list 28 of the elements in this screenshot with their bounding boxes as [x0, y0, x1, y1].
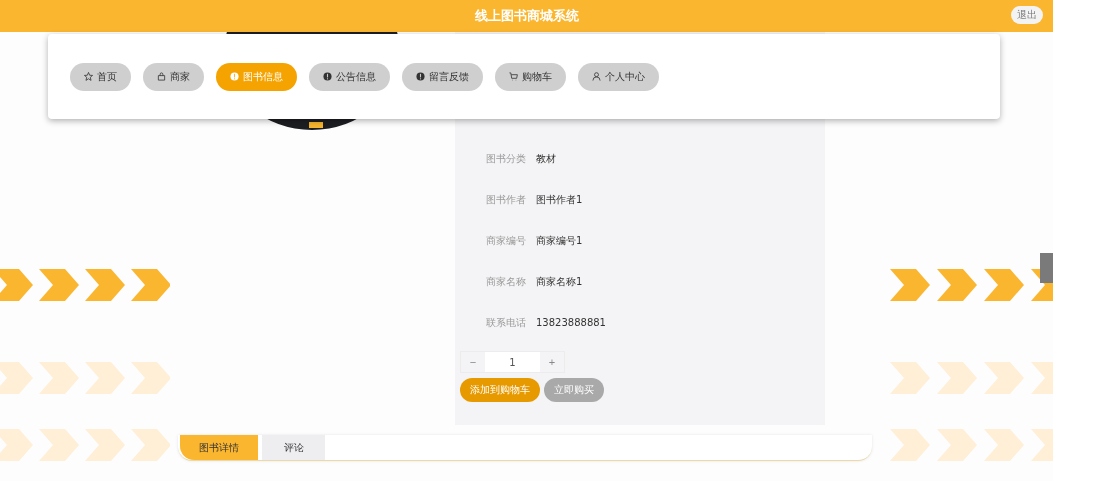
quantity-field[interactable]: 1: [485, 352, 540, 372]
nav-item[interactable]: 公告信息: [309, 62, 390, 91]
field-label: 联系电话: [486, 315, 526, 330]
field-value: 商家名称1: [536, 274, 583, 289]
field-label: 商家编号: [486, 233, 526, 248]
site-title: 线上图书商城系统: [474, 7, 579, 25]
tab[interactable]: 图书详情: [180, 435, 258, 460]
person-icon: [592, 72, 601, 81]
logout-button[interactable]: 退出: [1011, 6, 1043, 24]
nav-item[interactable]: 首页: [70, 62, 131, 91]
field-value: 教材: [536, 151, 556, 166]
bag-icon: [157, 72, 166, 81]
field-value: 商家编号1: [536, 233, 583, 248]
field-value: 图书作者1: [536, 192, 583, 207]
nav-item[interactable]: 商家: [143, 62, 204, 91]
tab[interactable]: 评论: [262, 435, 325, 460]
nav-item[interactable]: 购物车: [495, 62, 566, 91]
star-icon: [84, 72, 93, 81]
nav-item[interactable]: 留言反馈: [402, 62, 483, 91]
cart-icon: [509, 72, 518, 81]
info-icon: [416, 72, 425, 81]
nav-item[interactable]: 个人中心: [578, 62, 659, 91]
field-label: 图书作者: [486, 192, 526, 207]
field-label: 商家名称: [486, 274, 526, 289]
side-tab[interactable]: [1040, 253, 1053, 283]
field-label: 图书分类: [486, 151, 526, 166]
field-value: 13823888881: [536, 317, 606, 328]
info-icon: [230, 72, 239, 81]
